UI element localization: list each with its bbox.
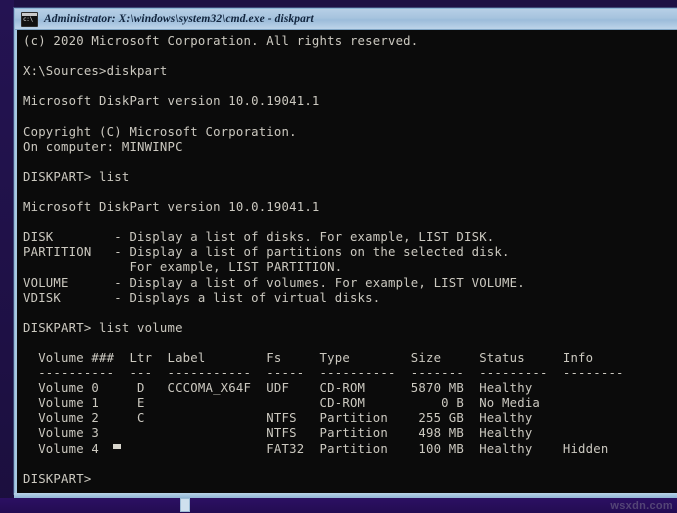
desktop-background: Administrator: X:\windows\system32\cmd.e… (0, 0, 677, 513)
console-output-area[interactable]: (c) 2020 Microsoft Corporation. All righ… (15, 30, 677, 493)
cmd-icon (21, 11, 38, 27)
desktop-left-band (0, 0, 14, 513)
taskbar[interactable]: wsxdn.com (0, 498, 677, 513)
console-left-edge (15, 30, 17, 493)
watermark: wsxdn.com (610, 500, 673, 512)
text-cursor (113, 444, 121, 449)
console-window[interactable]: Administrator: X:\windows\system32\cmd.e… (14, 8, 677, 494)
console-text: (c) 2020 Microsoft Corporation. All righ… (23, 34, 624, 486)
taskbar-item[interactable] (180, 498, 190, 512)
window-title-text: Administrator: X:\windows\system32\cmd.e… (44, 13, 314, 25)
window-title-bar[interactable]: Administrator: X:\windows\system32\cmd.e… (15, 9, 677, 30)
